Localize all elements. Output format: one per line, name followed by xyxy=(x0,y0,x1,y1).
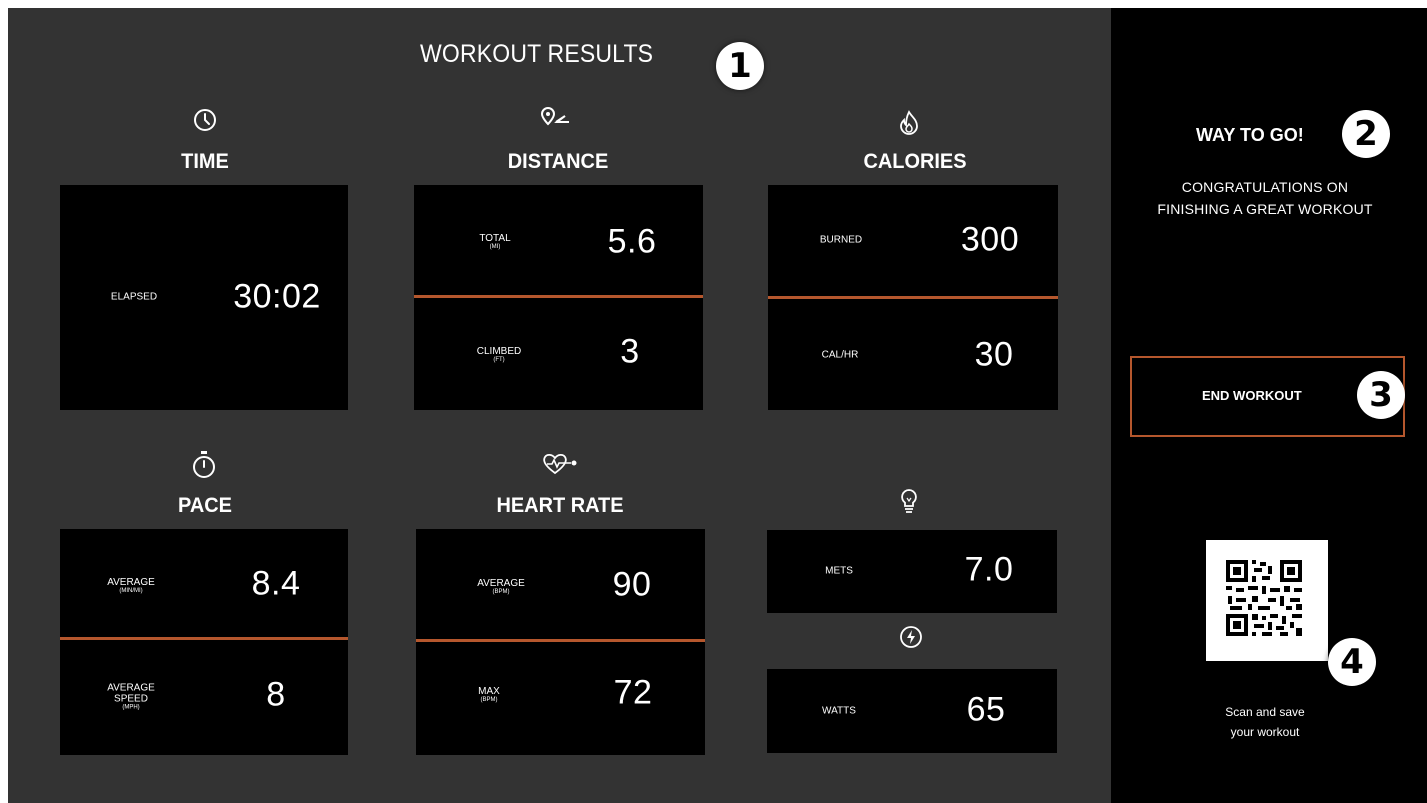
calhr-label: CAL/HR xyxy=(821,349,859,361)
climbed-value: 3 xyxy=(620,332,640,371)
heart-rate-icon xyxy=(541,452,581,476)
watts-value: 65 xyxy=(966,690,1006,729)
clock-icon xyxy=(192,107,218,133)
mets-panel: METS 7.0 xyxy=(767,530,1057,613)
climbed-label: CLIMBED (FT) xyxy=(476,346,522,363)
distance-panel: TOTAL (MI) 5.6 CLIMBED (FT) 3 xyxy=(414,185,703,410)
calories-panel: BURNED 300 CAL/HR 30 xyxy=(768,185,1058,410)
callout-badge-2: 2 xyxy=(1342,110,1390,158)
mets-label: METS xyxy=(825,565,853,577)
accent-divider xyxy=(768,296,1058,299)
mets-value: 7.0 xyxy=(964,550,1014,589)
way-to-go-heading: WAY TO GO! xyxy=(1196,125,1304,145)
time-label: TIME xyxy=(181,150,229,173)
total-label: TOTAL (MI) xyxy=(479,233,511,250)
accent-divider xyxy=(60,637,348,640)
end-workout-label: END WORKOUT xyxy=(1202,388,1302,403)
pace-average-label: AVERAGE (MIN/MI) xyxy=(107,577,155,594)
lightbulb-icon xyxy=(900,488,918,516)
pace-average-value: 8.4 xyxy=(251,564,301,603)
qr-code-icon[interactable] xyxy=(1206,540,1328,661)
pace-label: PACE xyxy=(178,494,232,517)
page-title: WORKOUT RESULTS xyxy=(420,40,654,68)
scan-line-2: your workout xyxy=(1230,725,1300,739)
hr-max-label: MAX (BPM) xyxy=(478,686,500,703)
lightning-icon xyxy=(899,625,923,649)
callout-badge-3: 3 xyxy=(1357,371,1405,419)
average-speed-label: AVERAGE SPEED (MPH) xyxy=(107,682,155,711)
callout-badge-1: 1 xyxy=(716,42,764,90)
flame-icon xyxy=(898,110,920,136)
elapsed-label: ELAPSED xyxy=(110,291,158,303)
calhr-value: 30 xyxy=(974,335,1014,374)
time-panel: ELAPSED 30:02 xyxy=(60,185,348,410)
distance-label: DISTANCE xyxy=(507,150,609,173)
scan-instructions: Scan and save your workout xyxy=(1190,702,1340,742)
congratulations-message: CONGRATULATIONS ON FINISHING A GREAT WOR… xyxy=(1157,179,1373,217)
watts-panel: WATTS 65 xyxy=(767,669,1057,753)
accent-divider xyxy=(416,639,705,642)
accent-divider xyxy=(414,295,703,298)
stopwatch-icon xyxy=(192,450,216,480)
watts-label: WATTS xyxy=(822,705,856,717)
average-speed-value: 8 xyxy=(266,675,286,714)
location-route-icon xyxy=(539,106,575,128)
hr-average-label: AVERAGE (BPM) xyxy=(477,578,525,595)
hr-max-value: 72 xyxy=(613,673,653,712)
burned-value: 300 xyxy=(960,220,1020,259)
callout-badge-4: 4 xyxy=(1328,638,1376,686)
burned-label: BURNED xyxy=(819,234,863,246)
scan-line-1: Scan and save xyxy=(1225,705,1305,719)
total-value: 5.6 xyxy=(607,222,657,261)
pace-panel: AVERAGE (MIN/MI) 8.4 AVERAGE SPEED (MPH) 8 xyxy=(60,529,348,755)
elapsed-value: 30:02 xyxy=(233,277,321,316)
hr-average-value: 90 xyxy=(612,565,652,604)
calories-label: CALORIES xyxy=(863,150,967,173)
heart-rate-label: HEART RATE xyxy=(496,494,624,517)
heart-rate-panel: AVERAGE (BPM) 90 MAX (BPM) 72 xyxy=(416,529,705,755)
